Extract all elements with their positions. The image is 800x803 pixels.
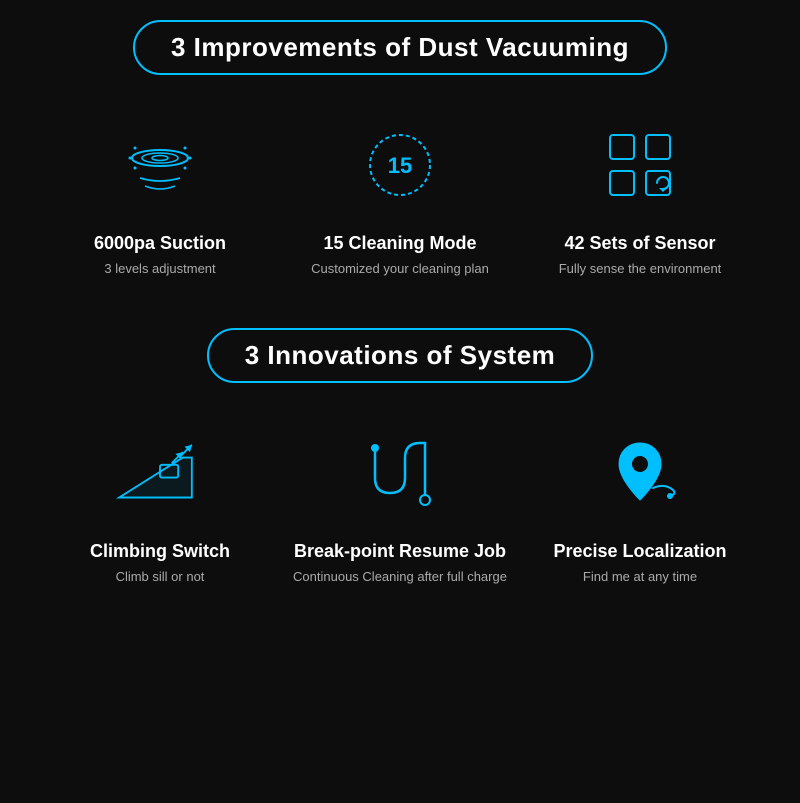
- location-title: Precise Localization: [553, 541, 726, 562]
- suction-subtitle: 3 levels adjustment: [104, 260, 215, 278]
- section2-badge: 3 Innovations of System: [207, 328, 594, 383]
- section1-badge: 3 Improvements of Dust Vacuuming: [133, 20, 667, 75]
- climbing-subtitle: Climb sill or not: [116, 568, 205, 586]
- page: 3 Improvements of Dust Vacuuming: [0, 0, 800, 803]
- location-icon-area: [590, 423, 690, 523]
- mode-icon-area: 15: [350, 115, 450, 215]
- section2-features: Climbing Switch Climb sill or not Break-…: [0, 413, 800, 606]
- resume-title: Break-point Resume Job: [294, 541, 506, 562]
- svg-text:15: 15: [388, 153, 412, 178]
- feature-suction: 6000pa Suction 3 levels adjustment: [40, 105, 280, 298]
- section1-features: 6000pa Suction 3 levels adjustment 15 15…: [0, 105, 800, 298]
- suction-icon-area: [110, 115, 210, 215]
- feature-climbing: Climbing Switch Climb sill or not: [40, 413, 280, 606]
- resume-subtitle: Continuous Cleaning after full charge: [293, 568, 507, 586]
- feature-resume: Break-point Resume Job Continuous Cleani…: [280, 413, 520, 606]
- suction-title: 6000pa Suction: [94, 233, 226, 254]
- climbing-icon-area: [110, 423, 210, 523]
- sensor-subtitle: Fully sense the environment: [559, 260, 722, 278]
- mode-title: 15 Cleaning Mode: [323, 233, 476, 254]
- feature-location: Precise Localization Find me at any time: [520, 413, 760, 606]
- sensor-icon-area: [590, 115, 690, 215]
- climbing-title: Climbing Switch: [90, 541, 230, 562]
- feature-mode: 15 15 Cleaning Mode Customized your clea…: [280, 105, 520, 298]
- sensor-title: 42 Sets of Sensor: [564, 233, 715, 254]
- feature-sensor: 42 Sets of Sensor Fully sense the enviro…: [520, 105, 760, 298]
- resume-icon-area: [350, 423, 450, 523]
- location-subtitle: Find me at any time: [583, 568, 697, 586]
- mode-subtitle: Customized your cleaning plan: [311, 260, 489, 278]
